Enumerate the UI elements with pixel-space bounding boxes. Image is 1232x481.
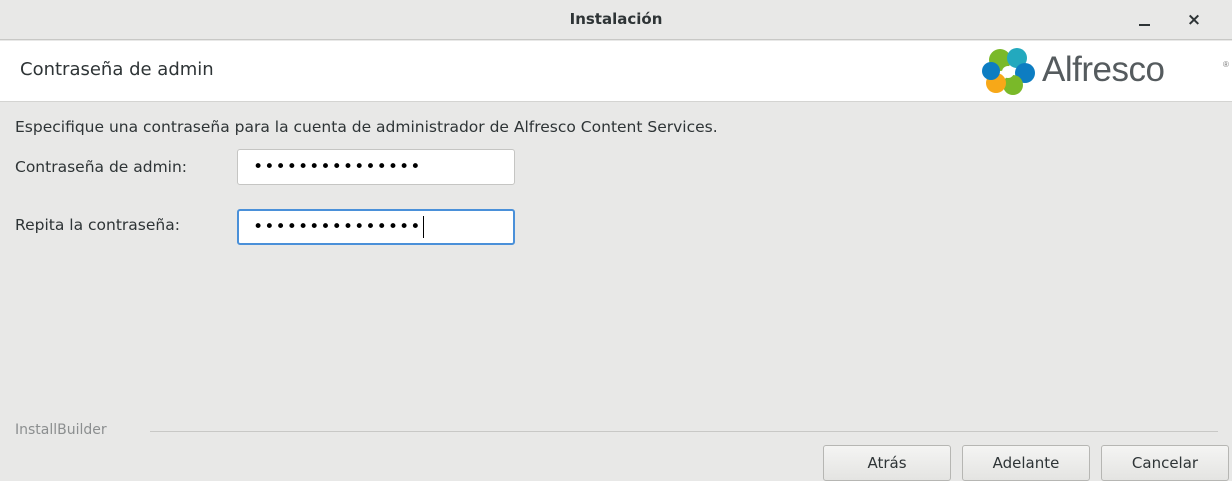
form-description: Especifique una contraseña para la cuent… [15, 118, 718, 136]
repeat-password-label: Repita la contraseña: [15, 216, 180, 234]
alfresco-flower-icon [982, 48, 1035, 95]
installbuilder-label: InstallBuilder [15, 422, 115, 438]
next-button[interactable]: Adelante [962, 445, 1090, 481]
cancel-button[interactable]: Cancelar [1101, 445, 1229, 481]
page-title: Contraseña de admin [20, 59, 214, 80]
close-icon: × [1186, 10, 1202, 30]
logo-trademark: ® [1223, 60, 1229, 69]
close-button[interactable]: × [1180, 6, 1208, 34]
logo-wordmark: Alfresco [1042, 50, 1165, 89]
minimize-icon [1138, 24, 1150, 26]
window-title: Instalación [569, 10, 663, 28]
window-titlebar: Instalación × [0, 0, 1232, 40]
repeat-password-input[interactable]: ••••••••••••••• [237, 209, 515, 245]
repeat-password-value: ••••••••••••••• [253, 217, 422, 237]
alfresco-logo: Alfresco ® [980, 47, 1229, 95]
back-button[interactable]: Atrás [823, 445, 951, 481]
password-input[interactable]: ••••••••••••••• [237, 149, 515, 185]
minimize-button[interactable] [1130, 6, 1158, 34]
password-value: ••••••••••••••• [253, 157, 422, 177]
page-header: Contraseña de admin Alfresco ® [0, 41, 1232, 102]
password-label: Contraseña de admin: [15, 158, 188, 176]
text-caret [422, 216, 424, 238]
footer-divider [150, 431, 1218, 432]
